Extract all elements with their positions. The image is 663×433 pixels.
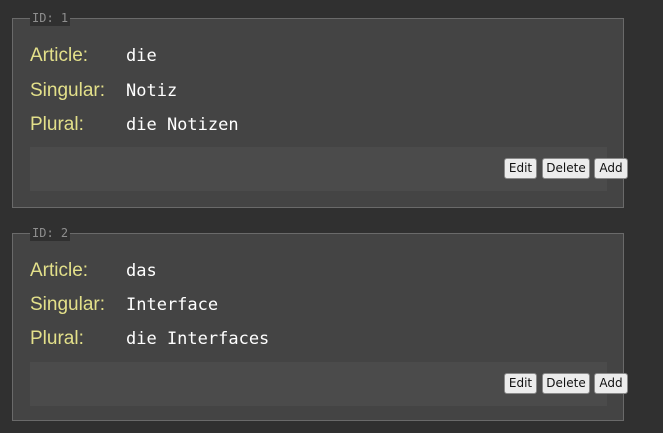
singular-value: Notiz bbox=[126, 81, 178, 101]
card-actions-bar: Edit Delete Add bbox=[30, 147, 628, 191]
singular-value: Interface bbox=[126, 295, 219, 315]
plural-row: Plural: die Interfaces bbox=[30, 327, 269, 351]
singular-row: Singular: Notiz bbox=[30, 79, 177, 103]
plural-label: Plural: bbox=[30, 114, 84, 135]
delete-button[interactable]: Delete bbox=[542, 373, 590, 394]
article-row: Article: das bbox=[30, 259, 157, 283]
word-card: ID: 2 Article: das Singular: Interface P… bbox=[12, 226, 628, 421]
add-button[interactable]: Add bbox=[594, 158, 628, 179]
plural-value: die Interfaces bbox=[126, 329, 270, 349]
card-id-label: ID: 2 bbox=[30, 226, 71, 241]
plural-row: Plural: die Notizen bbox=[30, 113, 239, 137]
article-label: Article: bbox=[30, 260, 89, 281]
singular-row: Singular: Interface bbox=[30, 293, 218, 317]
singular-label: Singular: bbox=[30, 80, 105, 101]
card-actions-bar: Edit Delete Add bbox=[30, 362, 628, 406]
delete-button[interactable]: Delete bbox=[542, 158, 590, 179]
edit-button[interactable]: Edit bbox=[504, 158, 537, 179]
article-row: Article: die bbox=[30, 44, 157, 68]
edit-button[interactable]: Edit bbox=[504, 373, 537, 394]
article-value: die bbox=[126, 46, 157, 66]
singular-label: Singular: bbox=[30, 294, 105, 315]
add-button[interactable]: Add bbox=[594, 373, 628, 394]
plural-value: die Notizen bbox=[126, 115, 239, 135]
word-card: ID: 1 Article: die Singular: Notiz Plura… bbox=[12, 11, 628, 208]
plural-label: Plural: bbox=[30, 328, 84, 349]
article-value: das bbox=[126, 261, 157, 281]
card-id-label: ID: 1 bbox=[30, 11, 71, 26]
article-label: Article: bbox=[30, 45, 89, 66]
